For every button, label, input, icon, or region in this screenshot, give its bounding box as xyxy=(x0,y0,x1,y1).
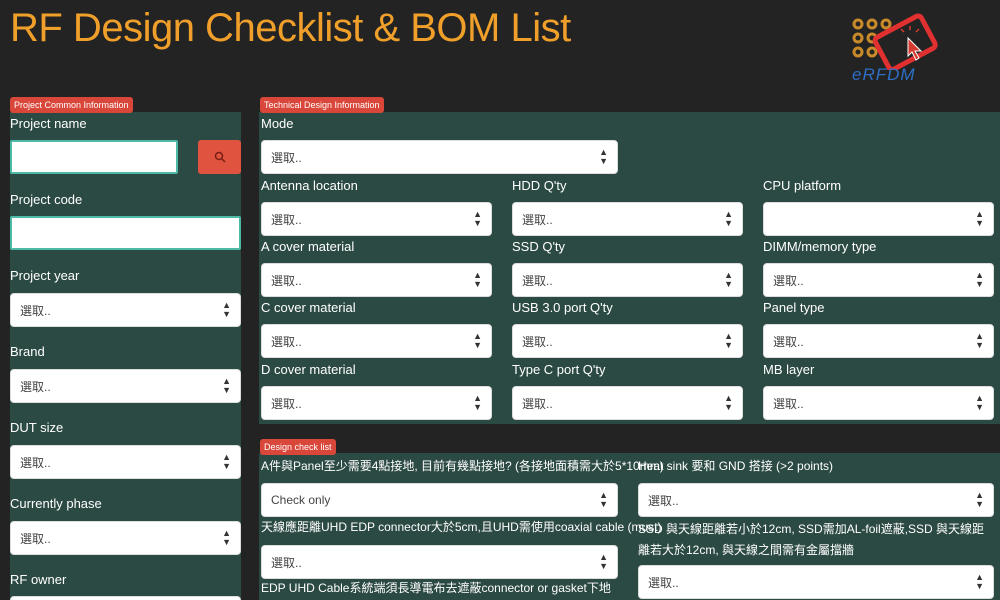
d-cover-material-label: D cover material xyxy=(261,362,356,377)
project-code-label: Project code xyxy=(10,192,83,207)
type-c-port-qty-value: 選取.. xyxy=(522,396,553,411)
checklist-item-value: 選取.. xyxy=(271,555,302,570)
hdd-qty-value: 選取.. xyxy=(522,212,553,227)
project-info-badge: Project Common Information xyxy=(10,97,133,113)
page-title: RF Design Checklist & BOM List xyxy=(10,6,571,50)
select-caret-icon: ▲ ▼ xyxy=(222,300,231,319)
select-caret-icon: ▲ ▼ xyxy=(724,270,733,289)
antenna-location-label: Antenna location xyxy=(261,178,358,193)
mb-layer-select[interactable]: 選取.. ▲ ▼ xyxy=(763,386,994,420)
dimm-memory-type-value: 選取.. xyxy=(773,273,804,288)
checklist-item-select[interactable]: 選取.. ▲ ▼ xyxy=(638,565,994,599)
project-year-select[interactable]: 選取.. ▲ ▼ xyxy=(10,293,241,327)
usb3-port-qty-value: 選取.. xyxy=(522,334,553,349)
select-caret-icon: ▲ ▼ xyxy=(222,376,231,395)
project-year-value: 選取.. xyxy=(20,303,51,318)
cpu-platform-select[interactable]: ▲ ▼ xyxy=(763,202,994,236)
ssd-qty-value: 選取.. xyxy=(522,273,553,288)
select-caret-icon: ▲ ▼ xyxy=(975,572,984,591)
a-cover-material-label: A cover material xyxy=(261,239,355,254)
select-caret-icon: ▲ ▼ xyxy=(975,331,984,350)
checklist-item-value: Check only xyxy=(271,493,331,507)
select-caret-icon: ▲ ▼ xyxy=(473,393,482,412)
phase-label: Currently phase xyxy=(10,496,102,511)
select-caret-icon: ▲ ▼ xyxy=(222,528,231,547)
select-caret-icon: ▲ ▼ xyxy=(975,490,984,509)
c-cover-material-select[interactable]: 選取.. ▲ ▼ xyxy=(261,324,492,358)
checklist-item-label: SSD 與天線距離若小於12cm, SSD需加AL-foil遮蔽,SSD 與天線… xyxy=(638,522,985,557)
antenna-location-value: 選取.. xyxy=(271,212,302,227)
phase-value: 選取.. xyxy=(20,531,51,546)
checklist-item-label: Heat sink 要和 GND 搭接 (>2 points) xyxy=(638,459,834,473)
a-cover-material-select[interactable]: 選取.. ▲ ▼ xyxy=(261,263,492,297)
select-caret-icon: ▲ ▼ xyxy=(473,331,482,350)
mb-layer-label: MB layer xyxy=(763,362,815,377)
mode-value: 選取.. xyxy=(271,150,302,165)
cpu-platform-label: CPU platform xyxy=(763,178,842,193)
project-name-input[interactable] xyxy=(10,140,178,174)
select-caret-icon: ▲ ▼ xyxy=(975,209,984,228)
ssd-qty-label: SSD Q'ty xyxy=(512,239,566,254)
panel-type-label: Panel type xyxy=(763,300,825,315)
c-cover-material-label: C cover material xyxy=(261,300,356,315)
checklist-item-select[interactable]: 選取.. ▲ ▼ xyxy=(261,545,618,579)
c-cover-material-value: 選取.. xyxy=(271,334,302,349)
dimm-memory-type-label: DIMM/memory type xyxy=(763,239,877,254)
brand-value: 選取.. xyxy=(20,379,51,394)
panel-type-value: 選取.. xyxy=(773,334,804,349)
hdd-qty-label: HDD Q'ty xyxy=(512,178,567,193)
checklist-item-label: EDP UHD Cable系統端須長導電布去遮蔽connector or gas… xyxy=(261,581,611,595)
select-caret-icon: ▲ ▼ xyxy=(975,270,984,289)
ssd-qty-select[interactable]: 選取.. ▲ ▼ xyxy=(512,263,743,297)
select-caret-icon: ▲ ▼ xyxy=(222,452,231,471)
usb3-port-qty-label: USB 3.0 port Q'ty xyxy=(512,300,613,315)
erfdm-logo: eRFDM xyxy=(846,10,946,84)
brand-label: Brand xyxy=(10,344,45,359)
type-c-port-qty-label: Type C port Q'ty xyxy=(512,362,606,377)
logo-icon xyxy=(852,13,938,72)
mode-select[interactable]: 選取.. ▲ ▼ xyxy=(261,140,618,174)
antenna-location-select[interactable]: 選取.. ▲ ▼ xyxy=(261,202,492,236)
checklist-item-value: 選取.. xyxy=(648,575,679,590)
technical-badge: Technical Design Information xyxy=(260,97,384,113)
select-caret-icon: ▲ ▼ xyxy=(724,331,733,350)
panel-type-select[interactable]: 選取.. ▲ ▼ xyxy=(763,324,994,358)
select-caret-icon: ▲ ▼ xyxy=(724,209,733,228)
usb3-port-qty-select[interactable]: 選取.. ▲ ▼ xyxy=(512,324,743,358)
select-caret-icon: ▲ ▼ xyxy=(599,147,608,166)
select-caret-icon: ▲ ▼ xyxy=(599,490,608,509)
mode-label: Mode xyxy=(261,116,294,131)
select-caret-icon: ▲ ▼ xyxy=(599,552,608,571)
mb-layer-value: 選取.. xyxy=(773,396,804,411)
phase-select[interactable]: 選取.. ▲ ▼ xyxy=(10,521,241,555)
d-cover-material-select[interactable]: 選取.. ▲ ▼ xyxy=(261,386,492,420)
hdd-qty-select[interactable]: 選取.. ▲ ▼ xyxy=(512,202,743,236)
brand-select[interactable]: 選取.. ▲ ▼ xyxy=(10,369,241,403)
checklist-badge: Design check list xyxy=(260,439,336,455)
project-year-label: Project year xyxy=(10,268,80,283)
select-caret-icon: ▲ ▼ xyxy=(975,393,984,412)
select-caret-icon: ▲ ▼ xyxy=(724,393,733,412)
dut-size-select[interactable]: 選取.. ▲ ▼ xyxy=(10,445,241,479)
checklist-item-select[interactable]: 選取.. ▲ ▼ xyxy=(638,483,994,517)
a-cover-material-value: 選取.. xyxy=(271,273,302,288)
search-icon xyxy=(214,151,226,163)
dut-size-label: DUT size xyxy=(10,420,64,435)
logo-text: eRFDM xyxy=(852,65,916,84)
d-cover-material-value: 選取.. xyxy=(271,396,302,411)
project-code-input[interactable] xyxy=(10,216,241,250)
dut-size-value: 選取.. xyxy=(20,455,51,470)
project-search-button[interactable] xyxy=(198,140,241,174)
checklist-item-select[interactable]: Check only ▲ ▼ xyxy=(261,483,618,517)
rf-owner-label: RF owner xyxy=(10,572,67,587)
type-c-port-qty-select[interactable]: 選取.. ▲ ▼ xyxy=(512,386,743,420)
dimm-memory-type-select[interactable]: 選取.. ▲ ▼ xyxy=(763,263,994,297)
select-caret-icon: ▲ ▼ xyxy=(473,209,482,228)
select-caret-icon: ▲ ▼ xyxy=(473,270,482,289)
project-name-label: Project name xyxy=(10,116,87,131)
checklist-item-label: A件與Panel至少需要4點接地, 目前有幾點接地? (各接地面積需大於5*10… xyxy=(261,459,664,473)
rf-owner-select[interactable] xyxy=(10,596,241,600)
checklist-item-value: 選取.. xyxy=(648,493,679,508)
checklist-item-label: 天線應距離UHD EDP connector大於5cm,且UHD需使用coaxi… xyxy=(261,520,662,534)
